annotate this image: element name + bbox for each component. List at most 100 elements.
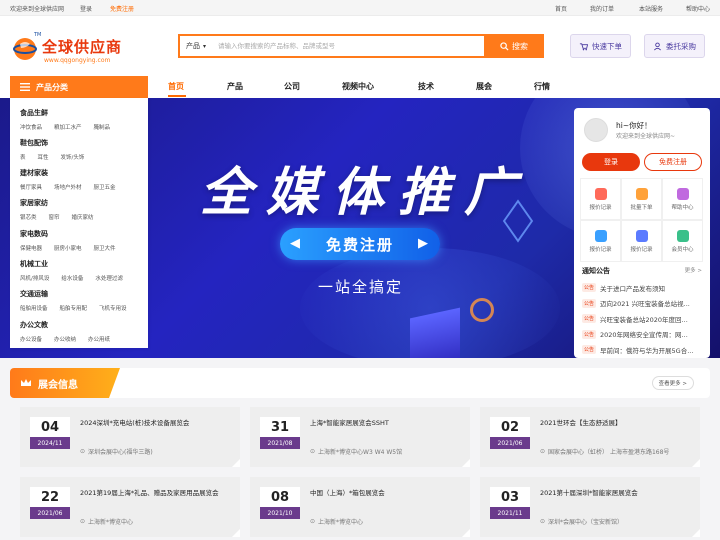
top-link-services[interactable]: 本站服务: [639, 4, 663, 13]
nav-item-tech[interactable]: 技术: [418, 81, 434, 92]
nav-item-video[interactable]: 视频中心: [342, 81, 374, 92]
top-register-link[interactable]: 免费注册: [110, 4, 134, 13]
nav-item-market[interactable]: 行情: [534, 81, 550, 92]
category-title[interactable]: 食品生鲜: [20, 108, 122, 118]
avatar[interactable]: [584, 118, 608, 142]
category-group[interactable]: 机械工业 风机/排风设 给水设备 水处理过滤: [20, 259, 135, 282]
notice-text[interactable]: 迈向2021 兴旺宝装备总站视...: [600, 298, 690, 308]
category-title[interactable]: 家居家纺: [20, 198, 106, 208]
subcategory-link[interactable]: 厨卫大件: [94, 244, 116, 252]
top-link-orders[interactable]: 我的订单: [590, 4, 614, 13]
notice-item[interactable]: 公告 早前间：俄符与华为开展5G合...: [582, 342, 704, 358]
entrust-purchase-button[interactable]: 委托采购: [644, 34, 705, 58]
expo-month: 2021/10: [260, 507, 300, 519]
expo-card[interactable]: 04 2024/11 2024深圳*充电站(桩)技术设备展览会 ⊙ 深圳会展中心(…: [20, 407, 240, 467]
banner-register-button[interactable]: ◀ 免费注册 ▶: [280, 228, 440, 260]
chat-icon: [635, 229, 648, 242]
category-group[interactable]: 家居家纺 银芯类 窗帘 婚庆家纺: [20, 198, 106, 221]
expo-name[interactable]: 2021第19届上海*礼品、赠品及家居用品展览会: [80, 487, 219, 497]
search-input[interactable]: [218, 38, 478, 54]
expo-name[interactable]: 2021第十届深圳*智能家居展览会: [540, 487, 638, 497]
subcategory-link[interactable]: 厨房小家电: [54, 244, 82, 252]
quick-link[interactable]: 报价记录: [580, 178, 621, 220]
category-title[interactable]: 鞋包配饰: [20, 138, 96, 148]
subcategory-link[interactable]: 场地户外材: [54, 183, 82, 191]
subcategory-link[interactable]: 粮加工水产: [54, 123, 82, 131]
expo-card[interactable]: 03 2021/11 2021第十届深圳*智能家居展览会 ⊙ 深圳*会展中心（宝安…: [480, 477, 700, 537]
subcategory-link[interactable]: 飞机专用设: [99, 304, 127, 312]
notice-text[interactable]: 2020年网络安全宣传周：网...: [600, 329, 688, 339]
quick-order-label: 快速下单: [592, 41, 622, 51]
search-button[interactable]: 搜索: [484, 34, 544, 58]
subcategory-link[interactable]: 办公用纸: [88, 335, 110, 343]
subcategory-link[interactable]: 办公收纳: [54, 335, 76, 343]
subcategory-link[interactable]: 风机/排风设: [20, 274, 49, 282]
notice-text[interactable]: 兴旺宝装备总站2020年度回...: [600, 314, 688, 324]
subcategory-link[interactable]: 发饰/头饰: [61, 153, 85, 161]
nav-item-home[interactable]: 首页: [168, 81, 184, 92]
category-group[interactable]: 办公文教 办公设备 办公收纳 办公用纸: [20, 320, 122, 343]
subcategory-link[interactable]: 婚庆家纺: [72, 213, 94, 221]
category-title[interactable]: 交通运输: [20, 289, 139, 299]
subcategory-link[interactable]: 表: [20, 153, 26, 161]
search-category-select[interactable]: 产品 ▾: [186, 41, 206, 51]
subcategory-link[interactable]: 冲饮食品: [20, 123, 42, 131]
subcategory-link[interactable]: 窗帘: [49, 213, 60, 221]
category-group[interactable]: 食品生鲜 冲饮食品 粮加工水产 腌制品: [20, 108, 122, 131]
subcategory-link[interactable]: 耳性: [38, 153, 49, 161]
subcategory-link[interactable]: 船舶专用配: [60, 304, 88, 312]
expo-name[interactable]: 中国（上海）*箱包展览会: [310, 487, 385, 497]
subcategory-link[interactable]: 办公设备: [20, 335, 42, 343]
expo-card[interactable]: 08 2021/10 中国（上海）*箱包展览会 ⊙ 上海新*博览中心: [250, 477, 470, 537]
subcategory-link[interactable]: 水处理过滤: [95, 274, 123, 282]
nav-item-companies[interactable]: 公司: [284, 81, 300, 92]
category-title[interactable]: 办公文教: [20, 320, 122, 330]
expo-card[interactable]: 02 2021/06 2021世环会【生态舒适展】 ⊙ 国家会展中心（虹桥） 上海…: [480, 407, 700, 467]
quick-link[interactable]: 帮助中心: [662, 178, 703, 220]
quick-link[interactable]: 批量下单: [621, 178, 662, 220]
subcategory-link[interactable]: 船舶用设备: [20, 304, 48, 312]
expo-name[interactable]: 2021世环会【生态舒适展】: [540, 417, 622, 427]
subcategory-link[interactable]: 银芯类: [20, 213, 37, 221]
top-link-home[interactable]: 首页: [555, 4, 567, 13]
quick-order-button[interactable]: 快速下单: [570, 34, 631, 58]
category-group[interactable]: 交通运输 船舶用设备 船舶专用配 飞机专用设: [20, 289, 139, 312]
expo-card[interactable]: 22 2021/06 2021第19届上海*礼品、赠品及家居用品展览会 ⊙ 上海新…: [20, 477, 240, 537]
subcategory-link[interactable]: 保健电器: [20, 244, 42, 252]
expo-name[interactable]: 上海*智能家居展览会SSHT: [310, 417, 389, 427]
top-bar: 欢迎来到全球供应网 登录 免费注册 首页 我的订单 本站服务 帮助中心: [0, 0, 720, 16]
location-pin-icon: ⊙: [310, 518, 316, 525]
category-header[interactable]: 产品分类: [10, 76, 148, 98]
notice-item[interactable]: 公告 关于进口产品发布须知: [582, 280, 704, 296]
quote-icon: [594, 187, 607, 200]
notice-text[interactable]: 早前间：俄符与华为开展5G合...: [600, 345, 693, 355]
nav-item-products[interactable]: 产品: [227, 81, 243, 92]
subcategory-link[interactable]: 餐厅家具: [20, 183, 42, 191]
nav-item-expo[interactable]: 展会: [476, 81, 492, 92]
subcategory-link[interactable]: 厨卫五金: [94, 183, 116, 191]
panel-login-button[interactable]: 登录: [582, 153, 640, 171]
expo-more-button[interactable]: 查看更多 >: [651, 376, 694, 390]
category-group[interactable]: 家电数码 保健电器 厨房小家电 厨卫大件: [20, 229, 128, 252]
category-title[interactable]: 建材家装: [20, 168, 128, 178]
quick-link[interactable]: 报价记录: [621, 220, 662, 262]
quick-link[interactable]: 报价记录: [580, 220, 621, 262]
subcategory-link[interactable]: 给水设备: [61, 274, 83, 282]
notice-text[interactable]: 关于进口产品发布须知: [600, 283, 665, 293]
subcategory-link[interactable]: 腌制品: [94, 123, 111, 131]
notice-item[interactable]: 公告 迈向2021 兴旺宝装备总站视...: [582, 296, 704, 312]
category-group[interactable]: 建材家装 餐厅家具 场地户外材 厨卫五金: [20, 168, 128, 191]
expo-card[interactable]: 31 2021/08 上海*智能家居展览会SSHT ⊙ 上海新*博览中心W3 W4…: [250, 407, 470, 467]
category-group[interactable]: 鞋包配饰 表 耳性 发饰/头饰: [20, 138, 96, 161]
category-title[interactable]: 机械工业: [20, 259, 135, 269]
notice-item[interactable]: 公告 兴旺宝装备总站2020年度回...: [582, 311, 704, 327]
notice-item[interactable]: 公告 2020年网络安全宣传周：网...: [582, 327, 704, 343]
top-login-link[interactable]: 登录: [80, 4, 92, 13]
notice-more-link[interactable]: 更多 >: [685, 266, 702, 274]
top-link-help[interactable]: 帮助中心: [686, 4, 710, 13]
site-logo[interactable]: TM 全球供应商 www.qqgongying.com: [12, 32, 152, 68]
category-title[interactable]: 家电数码: [20, 229, 128, 239]
expo-name[interactable]: 2024深圳*充电站(桩)技术设备展览会: [80, 417, 189, 427]
quick-link[interactable]: 会员中心: [662, 220, 703, 262]
panel-register-button[interactable]: 免费注册: [644, 153, 702, 171]
